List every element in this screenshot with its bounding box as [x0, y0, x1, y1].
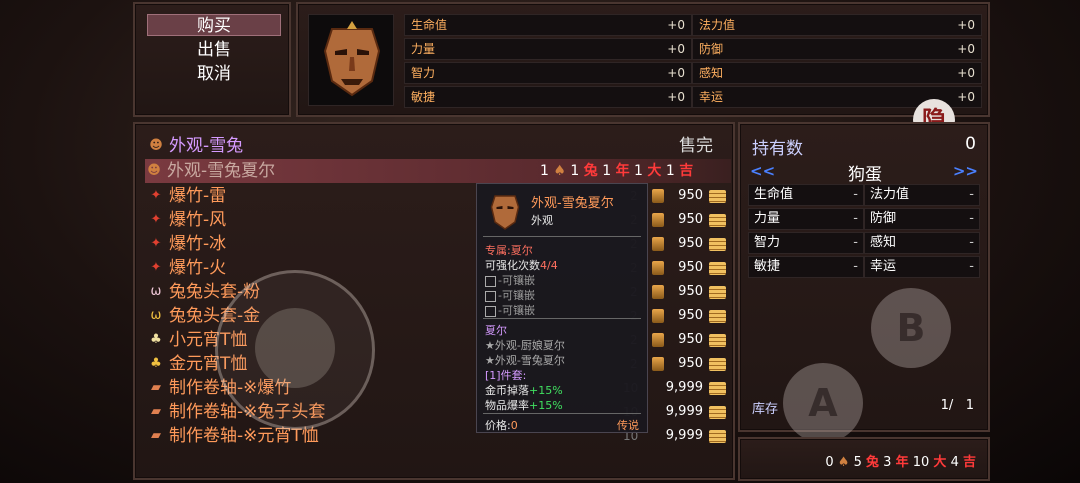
firecracker-icon: ✦	[150, 236, 162, 251]
scroll-icon: ▰	[151, 380, 161, 395]
tooltip-set-item: ★外观-雪兔夏尔	[485, 354, 565, 367]
tooltip-bonus: 物品爆率+15%	[485, 399, 563, 412]
tooltip-set-item: ★外观-厨娘夏尔	[485, 339, 565, 352]
a-button[interactable]: A	[783, 363, 863, 443]
tooltip-price: 价格:0	[485, 419, 518, 432]
pet-stat-hp: 生命值 -	[748, 184, 864, 206]
prev-pet-button[interactable]: <<	[750, 162, 775, 180]
tooltip-socket: -可镶嵌	[485, 287, 535, 303]
price-tokens: 1 ♠ 1 兔 1 年 1 大 1 吉	[540, 163, 694, 179]
sell-button[interactable]: 出售	[147, 39, 281, 61]
coin-icon	[709, 286, 726, 299]
tshirt-icon: ♣	[150, 332, 162, 347]
coin-icon	[709, 382, 726, 395]
list-header[interactable]: ☻ 外观-雪兔 售完	[147, 134, 727, 158]
pet-panel: 持有数 0 << 狗蛋 >> 生命值 - 法力值 - 力量 - 防御 - 智力 - 感知 -…	[738, 122, 990, 432]
bunny-hat-icon: ω	[150, 308, 162, 323]
coin-icon	[709, 358, 726, 371]
b-button[interactable]: B	[871, 288, 951, 368]
tooltip-set-name: 夏尔	[485, 324, 507, 337]
tooltip-type: 外观	[531, 214, 553, 227]
coin-icon	[709, 238, 726, 251]
mask-icon: ☻	[149, 138, 163, 153]
tooltip-title: 外观-雪兔夏尔	[531, 196, 614, 211]
coin-icon	[709, 406, 726, 419]
coin-icon	[709, 430, 726, 443]
pet-stat-def: 防御 -	[864, 208, 980, 230]
currency-bar: 0 ♠ 5 兔 3 年 10 大 4 吉	[738, 437, 990, 481]
pet-stat-per: 感知 -	[864, 232, 980, 254]
pet-name: 狗蛋	[848, 165, 882, 185]
firecracker-icon: ✦	[150, 212, 162, 227]
page-indicator: 1/ 1	[940, 398, 974, 413]
stat-mp: 法力值 +0	[692, 14, 982, 36]
item-stats-panel: 生命值 +0 法力值 +0 力量 +0 防御 +0 智力 +0 感知 +0 敏捷 +0 幸运 +…	[296, 2, 990, 117]
pet-stat-int: 智力 -	[748, 232, 864, 254]
coin-icon	[709, 334, 726, 347]
stat-hp: 生命值 +0	[404, 14, 692, 36]
bunny-hat-icon: ω	[150, 284, 162, 299]
stat-int: 智力 +0	[404, 62, 692, 84]
tooltip-rarity: 传说	[617, 419, 639, 432]
stat-agi: 敏捷 +0	[404, 86, 692, 108]
firecracker-icon: ✦	[150, 188, 162, 203]
pet-stat-mp: 法力值 -	[864, 184, 980, 206]
holding-label: 持有数	[752, 139, 803, 159]
firecracker-icon: ✦	[150, 260, 162, 275]
token-icon: ♠	[837, 455, 850, 470]
tooltip-mask-icon	[487, 192, 523, 232]
tooltip-socket: -可镶嵌	[485, 272, 535, 288]
coin-icon	[709, 214, 726, 227]
coin-icon	[709, 190, 726, 203]
pet-stat-agi: 敏捷 -	[748, 256, 864, 278]
tooltip-bonus: 金币掉落+15%	[485, 384, 563, 397]
mask-item-icon	[308, 14, 394, 106]
stock-label: 库存	[752, 402, 779, 417]
tooltip-socket: -可镶嵌	[485, 302, 535, 318]
tshirt-icon: ♣	[150, 356, 162, 371]
next-pet-button[interactable]: >>	[953, 162, 978, 180]
menu-panel: 购买 出售 取消	[133, 2, 291, 117]
stat-def: 防御 +0	[692, 38, 982, 60]
mask-icon: ☻	[147, 163, 161, 178]
cancel-button[interactable]: 取消	[147, 63, 281, 85]
tooltip-set-count: [1]件套:	[485, 369, 527, 382]
virtual-joystick-knob[interactable]	[255, 308, 335, 388]
coin-icon	[709, 262, 726, 275]
buy-button[interactable]: 购买	[147, 14, 281, 36]
selected-item-row[interactable]: ☻ 外观-雪兔夏尔 1 ♠ 1 兔 1 年 1 大 1 吉	[145, 159, 731, 183]
pet-stat-str: 力量 -	[748, 208, 864, 230]
pet-stat-luck: 幸运 -	[864, 256, 980, 278]
tooltip-enhance: 可强化次数4/4	[485, 259, 558, 272]
stat-per: 感知 +0	[692, 62, 982, 84]
holding-value: 0	[965, 134, 976, 154]
item-tooltip: 外观-雪兔夏尔 外观 专属:夏尔 可强化次数4/4 -可镶嵌 -可镶嵌 -可镶嵌…	[476, 183, 648, 433]
scroll-icon: ▰	[151, 428, 161, 443]
tooltip-exclusive: 专属:夏尔	[485, 244, 533, 257]
scroll-icon: ▰	[151, 404, 161, 419]
coin-icon	[709, 310, 726, 323]
sold-out-label: 售完	[679, 136, 713, 156]
currency-values: 0 ♠ 5 兔 3 年 10 大 4 吉	[825, 455, 976, 470]
stat-str: 力量 +0	[404, 38, 692, 60]
